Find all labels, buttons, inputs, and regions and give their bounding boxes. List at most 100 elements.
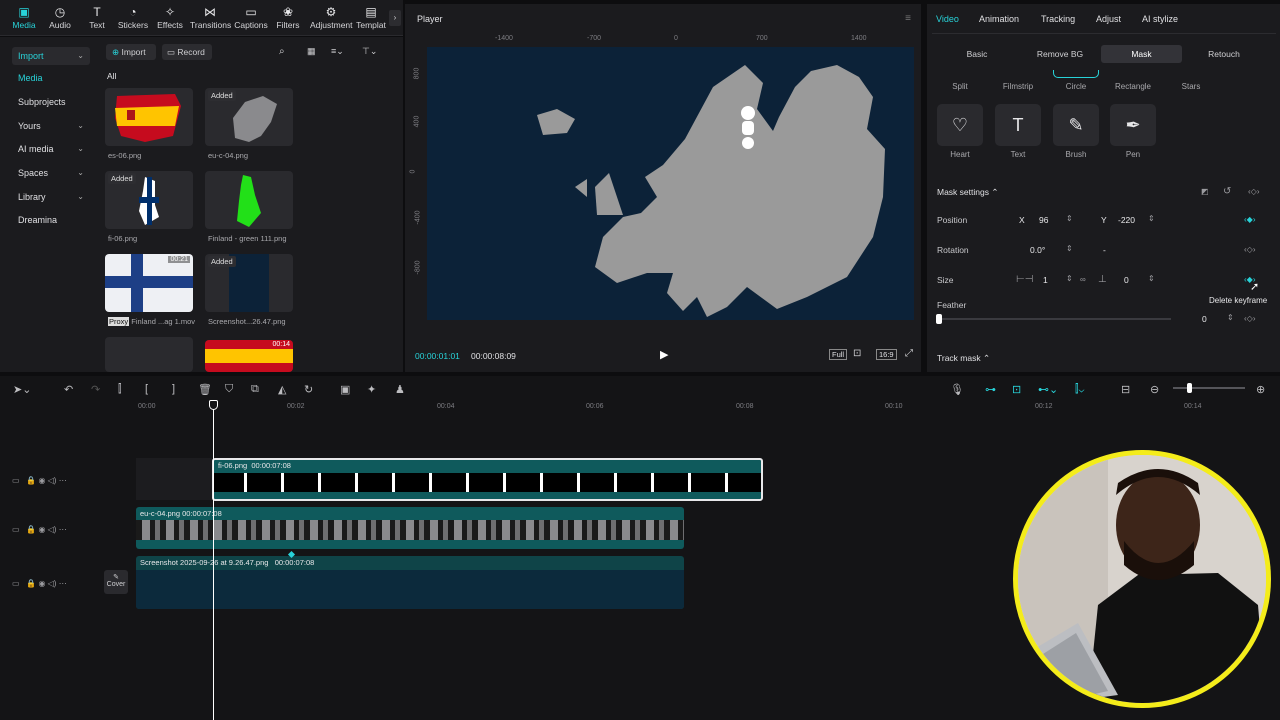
- tab-ai-stylize[interactable]: AI stylize: [1142, 14, 1178, 24]
- toolbar-stickers[interactable]: ◔ Stickers: [113, 4, 153, 30]
- delete-icon[interactable]: 🗑: [198, 383, 212, 396]
- media-item-screenshot[interactable]: Added: [205, 254, 293, 312]
- subtab-mask[interactable]: Mask: [1101, 45, 1182, 63]
- zoom-out-icon[interactable]: ⊖: [1150, 383, 1159, 396]
- toolbar-filters[interactable]: ❀ Filters: [268, 4, 308, 30]
- mask-settings-header[interactable]: Mask settings ⌃: [937, 187, 998, 198]
- pen-icon[interactable]: ✒: [1110, 104, 1156, 146]
- sidebar-item-import[interactable]: Import ⌄: [12, 47, 90, 65]
- zoom-slider-handle[interactable]: [1187, 383, 1192, 393]
- playhead[interactable]: [213, 404, 214, 720]
- toolbar-transitions[interactable]: ⋈ Transitions: [190, 4, 231, 30]
- stepper-icon[interactable]: ⇕: [1066, 214, 1073, 223]
- fit-icon[interactable]: ⊟: [1121, 383, 1130, 396]
- magnet-icon[interactable]: ⊡: [1012, 383, 1021, 396]
- audio-icon[interactable]: ◁): [48, 476, 57, 485]
- keyframe-icon[interactable]: ‹◇›: [1244, 245, 1255, 254]
- record-button[interactable]: ▭ Record: [162, 44, 212, 60]
- stepper-icon[interactable]: ⇕: [1066, 244, 1073, 253]
- preview-axis-icon[interactable]: ⫿⌄: [1075, 383, 1084, 396]
- audio-icon[interactable]: ◁): [48, 525, 57, 534]
- feather-slider[interactable]: [937, 318, 1171, 320]
- sidebar-item-media[interactable]: Media: [12, 69, 90, 87]
- mask-shape-stars[interactable]: Stars: [1168, 82, 1214, 91]
- track-mask-header[interactable]: Track mask ⌃: [937, 353, 990, 364]
- subtab-basic[interactable]: Basic: [954, 45, 1000, 63]
- mask-shape-filmstrip[interactable]: Filmstrip: [995, 82, 1041, 91]
- sidebar-item-library[interactable]: Library ⌄: [12, 188, 90, 206]
- crop-icon[interactable]: ⧉: [251, 383, 259, 396]
- media-item-spain-flag-video[interactable]: 00:14: [205, 340, 293, 372]
- toolbar-media[interactable]: ▣ Media: [4, 4, 44, 30]
- toolbar-more-icon[interactable]: ›: [389, 10, 401, 26]
- person-icon[interactable]: ♟: [395, 383, 405, 396]
- tab-animation[interactable]: Animation: [979, 14, 1019, 24]
- pos-y-input[interactable]: -220: [1118, 215, 1135, 225]
- pos-x-input[interactable]: 96: [1039, 215, 1048, 225]
- redo-icon[interactable]: ↷: [91, 383, 100, 396]
- video-canvas[interactable]: [427, 47, 914, 320]
- subtab-retouch[interactable]: Retouch: [1196, 45, 1252, 63]
- audio-icon[interactable]: ◁): [48, 579, 57, 588]
- sidebar-item-spaces[interactable]: Spaces ⌄: [12, 164, 90, 182]
- media-item-es-06[interactable]: [105, 88, 193, 146]
- feather-slider-handle[interactable]: [936, 314, 942, 324]
- mask-handle-top[interactable]: [741, 106, 755, 120]
- grid-view-icon[interactable]: ▦: [307, 46, 316, 57]
- text-mask-icon[interactable]: T: [995, 104, 1041, 146]
- brush-icon[interactable]: ✎: [1053, 104, 1099, 146]
- tab-tracking[interactable]: Tracking: [1041, 14, 1075, 24]
- clip-screenshot[interactable]: Screenshot 2025-09-26 at 9.26.47.png 00:…: [136, 556, 684, 609]
- rotation-input[interactable]: 0.0°: [1030, 245, 1045, 255]
- subtab-remove-bg[interactable]: Remove BG: [1030, 45, 1090, 63]
- sidebar-item-yours[interactable]: Yours ⌄: [12, 117, 90, 135]
- eye-icon[interactable]: ◉: [38, 525, 45, 534]
- mask-shape[interactable]: [742, 121, 754, 135]
- eye-icon[interactable]: ◉: [38, 579, 45, 588]
- sort-icon[interactable]: ≡⌄: [331, 46, 344, 57]
- size-width-input[interactable]: 1: [1043, 275, 1048, 285]
- keyframe-icon[interactable]: ‹◇›: [1248, 187, 1259, 196]
- mirror-icon[interactable]: ◭: [278, 383, 286, 396]
- mask-rotate-handle[interactable]: [742, 137, 754, 149]
- import-button[interactable]: ⊕ Import: [106, 44, 156, 60]
- rotate-icon[interactable]: ↻: [304, 383, 313, 396]
- ratio-button[interactable]: 16:9: [876, 349, 897, 360]
- link-icon[interactable]: ∞: [1080, 275, 1086, 284]
- invert-icon[interactable]: ◩: [1201, 187, 1209, 196]
- tab-video[interactable]: Video: [936, 14, 959, 24]
- zoom-icon[interactable]: ⊡: [853, 348, 861, 359]
- toolbar-templates[interactable]: ▤ Templat: [353, 4, 389, 30]
- heart-icon[interactable]: ♡: [937, 104, 983, 146]
- shield-icon[interactable]: ⛉: [225, 383, 233, 396]
- sidebar-item-dreamina[interactable]: Dreamina: [12, 211, 90, 229]
- auto-snap-icon[interactable]: ⊷⌄: [1038, 383, 1058, 396]
- play-button[interactable]: ▶: [660, 348, 668, 361]
- filter-all[interactable]: All: [107, 71, 116, 81]
- zoom-slider[interactable]: [1173, 387, 1245, 389]
- sidebar-item-subprojects[interactable]: Subprojects: [12, 93, 90, 111]
- lock-icon[interactable]: 🔒: [26, 476, 36, 485]
- lock-icon[interactable]: 🔒: [26, 525, 36, 534]
- fullscreen-icon[interactable]: ⤢: [905, 348, 913, 359]
- link-clips-icon[interactable]: ⊶: [985, 383, 996, 396]
- caption-icon[interactable]: ▣: [340, 383, 350, 396]
- split-icon[interactable]: ⫿: [118, 383, 122, 396]
- sidebar-item-ai-media[interactable]: AI media ⌄: [12, 140, 90, 158]
- more-icon[interactable]: ⋯: [59, 579, 67, 588]
- split-right-icon[interactable]: ]: [172, 383, 175, 395]
- stepper-icon[interactable]: ⇕: [1227, 313, 1234, 322]
- eye-icon[interactable]: ◉: [38, 476, 45, 485]
- split-left-icon[interactable]: [: [145, 383, 148, 395]
- media-item-finland-green[interactable]: [205, 171, 293, 229]
- stepper-icon[interactable]: ⇕: [1148, 274, 1155, 283]
- undo-icon[interactable]: ↶: [64, 383, 73, 396]
- toolbar-text[interactable]: T Text: [77, 4, 117, 30]
- lock-icon[interactable]: 🔒: [26, 579, 36, 588]
- zoom-in-icon[interactable]: ⊕: [1256, 383, 1265, 396]
- tab-adjust[interactable]: Adjust: [1096, 14, 1121, 24]
- more-icon[interactable]: ⋯: [59, 525, 67, 534]
- filter-icon[interactable]: ⊤⌄: [362, 46, 377, 57]
- toolbar-adjustment[interactable]: ⚙ Adjustment: [310, 4, 353, 30]
- size-height-input[interactable]: 0: [1124, 275, 1129, 285]
